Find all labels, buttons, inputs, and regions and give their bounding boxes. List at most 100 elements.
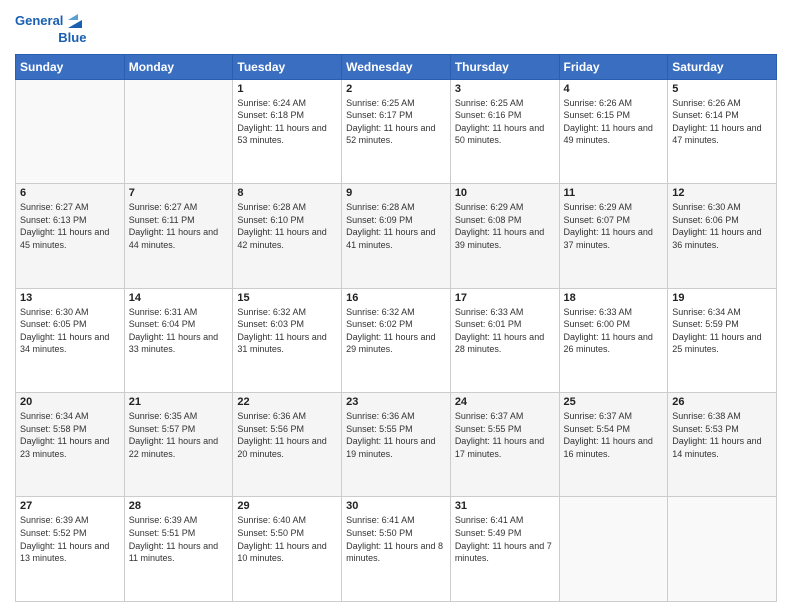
day-info: Sunrise: 6:36 AM Sunset: 5:56 PM Dayligh… [237, 410, 337, 460]
day-info: Sunrise: 6:29 AM Sunset: 6:08 PM Dayligh… [455, 201, 555, 251]
day-info: Sunrise: 6:28 AM Sunset: 6:09 PM Dayligh… [346, 201, 446, 251]
calendar-cell: 19 Sunrise: 6:34 AM Sunset: 5:59 PM Dayli… [668, 288, 777, 392]
day-info: Sunrise: 6:25 AM Sunset: 6:17 PM Dayligh… [346, 97, 446, 147]
day-info: Sunrise: 6:33 AM Sunset: 6:01 PM Dayligh… [455, 306, 555, 356]
day-number: 3 [455, 83, 555, 95]
calendar-week-2: 13 Sunrise: 6:30 AM Sunset: 6:05 PM Dayli… [16, 288, 777, 392]
day-number: 17 [455, 292, 555, 304]
day-info: Sunrise: 6:32 AM Sunset: 6:03 PM Dayligh… [237, 306, 337, 356]
day-info: Sunrise: 6:24 AM Sunset: 6:18 PM Dayligh… [237, 97, 337, 147]
day-info: Sunrise: 6:29 AM Sunset: 6:07 PM Dayligh… [564, 201, 664, 251]
day-info: Sunrise: 6:25 AM Sunset: 6:16 PM Dayligh… [455, 97, 555, 147]
day-number: 21 [129, 396, 229, 408]
day-number: 7 [129, 187, 229, 199]
calendar-week-1: 6 Sunrise: 6:27 AM Sunset: 6:13 PM Daylig… [16, 184, 777, 288]
calendar-header-friday: Friday [559, 54, 668, 79]
day-info: Sunrise: 6:30 AM Sunset: 6:05 PM Dayligh… [20, 306, 120, 356]
day-info: Sunrise: 6:31 AM Sunset: 6:04 PM Dayligh… [129, 306, 229, 356]
day-number: 10 [455, 187, 555, 199]
calendar-cell [16, 79, 125, 183]
calendar-week-3: 20 Sunrise: 6:34 AM Sunset: 5:58 PM Dayli… [16, 393, 777, 497]
calendar-cell: 24 Sunrise: 6:37 AM Sunset: 5:55 PM Dayli… [450, 393, 559, 497]
calendar-cell: 26Sunrise: 6:38 AM Sunset: 5:53 PM Dayli… [668, 393, 777, 497]
day-number: 9 [346, 187, 446, 199]
day-number: 6 [20, 187, 120, 199]
calendar-cell: 14 Sunrise: 6:31 AM Sunset: 6:04 PM Dayli… [124, 288, 233, 392]
calendar-cell: 10 Sunrise: 6:29 AM Sunset: 6:08 PM Dayli… [450, 184, 559, 288]
calendar-header-monday: Monday [124, 54, 233, 79]
day-number: 29 [237, 500, 337, 512]
day-info: Sunrise: 6:26 AM Sunset: 6:14 PM Dayligh… [672, 97, 772, 147]
day-number: 22 [237, 396, 337, 408]
calendar-table: SundayMondayTuesdayWednesdayThursdayFrid… [15, 54, 777, 602]
day-number: 20 [20, 396, 120, 408]
calendar-cell: 7Sunrise: 6:27 AM Sunset: 6:11 PM Daylig… [124, 184, 233, 288]
day-info: Sunrise: 6:38 AM Sunset: 5:53 PM Dayligh… [672, 410, 772, 460]
calendar-cell: 12Sunrise: 6:30 AM Sunset: 6:06 PM Dayli… [668, 184, 777, 288]
calendar-cell: 2 Sunrise: 6:25 AM Sunset: 6:17 PM Daylig… [342, 79, 451, 183]
day-info: Sunrise: 6:39 AM Sunset: 5:52 PM Dayligh… [20, 514, 120, 564]
calendar-cell: 20 Sunrise: 6:34 AM Sunset: 5:58 PM Dayli… [16, 393, 125, 497]
calendar-header-sunday: Sunday [16, 54, 125, 79]
calendar-cell: 22 Sunrise: 6:36 AM Sunset: 5:56 PM Dayli… [233, 393, 342, 497]
calendar-cell: 16 Sunrise: 6:32 AM Sunset: 6:02 PM Dayli… [342, 288, 451, 392]
calendar-cell: 1Sunrise: 6:24 AM Sunset: 6:18 PM Daylig… [233, 79, 342, 183]
day-number: 30 [346, 500, 446, 512]
calendar-cell: 29 Sunrise: 6:40 AM Sunset: 5:50 PM Dayli… [233, 497, 342, 602]
logo-text-blue: Blue [58, 30, 86, 46]
calendar-cell: 9 Sunrise: 6:28 AM Sunset: 6:09 PM Daylig… [342, 184, 451, 288]
day-number: 8 [237, 187, 337, 199]
day-number: 13 [20, 292, 120, 304]
calendar-cell [124, 79, 233, 183]
calendar-cell: 25 Sunrise: 6:37 AM Sunset: 5:54 PM Dayli… [559, 393, 668, 497]
day-info: Sunrise: 6:40 AM Sunset: 5:50 PM Dayligh… [237, 514, 337, 564]
day-info: Sunrise: 6:34 AM Sunset: 5:58 PM Dayligh… [20, 410, 120, 460]
calendar-cell: 3 Sunrise: 6:25 AM Sunset: 6:16 PM Daylig… [450, 79, 559, 183]
day-info: Sunrise: 6:34 AM Sunset: 5:59 PM Dayligh… [672, 306, 772, 356]
day-info: Sunrise: 6:37 AM Sunset: 5:54 PM Dayligh… [564, 410, 664, 460]
logo: General Blue [15, 10, 86, 46]
day-info: Sunrise: 6:32 AM Sunset: 6:02 PM Dayligh… [346, 306, 446, 356]
header: General Blue [15, 10, 777, 46]
day-info: Sunrise: 6:26 AM Sunset: 6:15 PM Dayligh… [564, 97, 664, 147]
calendar-cell: 18Sunrise: 6:33 AM Sunset: 6:00 PM Dayli… [559, 288, 668, 392]
calendar-cell: 30 Sunrise: 6:41 AM Sunset: 5:50 PM Dayli… [342, 497, 451, 602]
calendar-header-saturday: Saturday [668, 54, 777, 79]
day-info: Sunrise: 6:36 AM Sunset: 5:55 PM Dayligh… [346, 410, 446, 460]
calendar-week-4: 27 Sunrise: 6:39 AM Sunset: 5:52 PM Dayli… [16, 497, 777, 602]
day-number: 12 [672, 187, 772, 199]
calendar-header-wednesday: Wednesday [342, 54, 451, 79]
calendar-cell: 21 Sunrise: 6:35 AM Sunset: 5:57 PM Dayli… [124, 393, 233, 497]
day-info: Sunrise: 6:37 AM Sunset: 5:55 PM Dayligh… [455, 410, 555, 460]
day-number: 31 [455, 500, 555, 512]
day-number: 11 [564, 187, 664, 199]
calendar-cell: 15Sunrise: 6:32 AM Sunset: 6:03 PM Dayli… [233, 288, 342, 392]
calendar-cell: 8Sunrise: 6:28 AM Sunset: 6:10 PM Daylig… [233, 184, 342, 288]
day-number: 4 [564, 83, 664, 95]
day-info: Sunrise: 6:35 AM Sunset: 5:57 PM Dayligh… [129, 410, 229, 460]
day-number: 28 [129, 500, 229, 512]
calendar-header-row: SundayMondayTuesdayWednesdayThursdayFrid… [16, 54, 777, 79]
day-number: 2 [346, 83, 446, 95]
calendar-header-thursday: Thursday [450, 54, 559, 79]
day-info: Sunrise: 6:27 AM Sunset: 6:13 PM Dayligh… [20, 201, 120, 251]
day-number: 24 [455, 396, 555, 408]
day-number: 5 [672, 83, 772, 95]
day-number: 16 [346, 292, 446, 304]
day-number: 25 [564, 396, 664, 408]
day-info: Sunrise: 6:39 AM Sunset: 5:51 PM Dayligh… [129, 514, 229, 564]
calendar-cell: 11 Sunrise: 6:29 AM Sunset: 6:07 PM Dayli… [559, 184, 668, 288]
day-info: Sunrise: 6:41 AM Sunset: 5:50 PM Dayligh… [346, 514, 446, 564]
day-number: 19 [672, 292, 772, 304]
calendar-cell: 6 Sunrise: 6:27 AM Sunset: 6:13 PM Daylig… [16, 184, 125, 288]
calendar-cell: 31 Sunrise: 6:41 AM Sunset: 5:49 PM Dayli… [450, 497, 559, 602]
day-number: 14 [129, 292, 229, 304]
calendar-cell [668, 497, 777, 602]
day-number: 27 [20, 500, 120, 512]
calendar-cell: 27 Sunrise: 6:39 AM Sunset: 5:52 PM Dayli… [16, 497, 125, 602]
calendar-cell: 13 Sunrise: 6:30 AM Sunset: 6:05 PM Dayli… [16, 288, 125, 392]
calendar-cell: 23Sunrise: 6:36 AM Sunset: 5:55 PM Dayli… [342, 393, 451, 497]
calendar-cell: 4 Sunrise: 6:26 AM Sunset: 6:15 PM Daylig… [559, 79, 668, 183]
calendar-cell: 28 Sunrise: 6:39 AM Sunset: 5:51 PM Dayli… [124, 497, 233, 602]
day-info: Sunrise: 6:41 AM Sunset: 5:49 PM Dayligh… [455, 514, 555, 564]
